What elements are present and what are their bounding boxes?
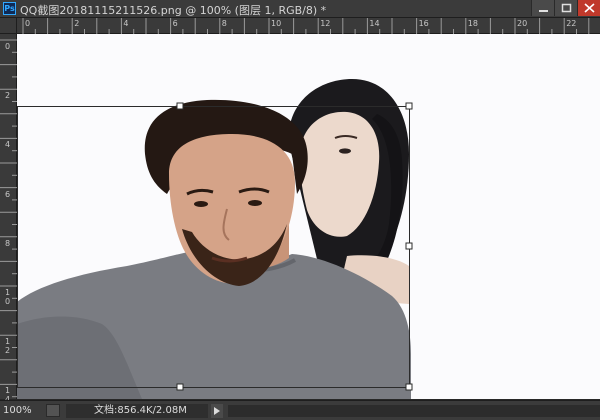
ruler-label: 1 2 <box>5 337 11 356</box>
ruler-label: 4 <box>123 19 129 28</box>
ruler-label: 6 <box>5 189 11 199</box>
ruler-label: 1 0 <box>5 288 11 306</box>
status-menu-button[interactable] <box>211 404 223 418</box>
ruler-label: 12 <box>320 19 331 28</box>
photo-artwork <box>17 79 413 399</box>
triangle-right-icon <box>214 407 220 415</box>
ruler-label: 2 <box>5 91 11 101</box>
horizontal-ruler[interactable]: 0 2 4 6 8 10 12 14 16 18 20 22 <box>17 18 600 34</box>
document-title-bar: Ps QQ截图20181115211526.png @ 100% (图层 1, … <box>0 0 600 18</box>
ruler-label: 0 <box>25 19 31 28</box>
ruler-label: 22 <box>566 19 577 28</box>
ruler-label: 8 <box>221 19 227 28</box>
vertical-ruler[interactable]: 024681 01 21 4 <box>0 34 17 404</box>
ruler-label: 16 <box>418 19 429 28</box>
close-button[interactable] <box>577 0 600 16</box>
horizontal-scrollbar[interactable] <box>228 405 600 417</box>
ruler-label: 18 <box>467 19 478 28</box>
horizontal-ruler-ticks <box>22 18 590 34</box>
ruler-label: 10 <box>271 19 282 28</box>
maximize-icon <box>561 3 572 13</box>
document-canvas[interactable] <box>17 34 600 399</box>
minimize-icon <box>539 10 548 12</box>
close-icon <box>584 3 595 13</box>
status-info-icon[interactable] <box>46 404 60 417</box>
ruler-origin[interactable] <box>0 18 17 34</box>
zoom-level[interactable]: 100% <box>3 404 41 418</box>
ruler-label: 0 <box>5 42 11 51</box>
maximize-button[interactable] <box>554 0 577 16</box>
document-title: QQ截图20181115211526.png @ 100% (图层 1, RGB… <box>20 4 327 17</box>
ruler-label: 4 <box>5 140 11 150</box>
ruler-label: 20 <box>517 19 528 28</box>
ruler-label: 6 <box>172 19 178 28</box>
status-bar: 100% 文档:856.4K/2.08M <box>0 400 600 420</box>
document-info: 文档:856.4K/2.08M <box>66 404 208 418</box>
photoshop-icon: Ps <box>3 2 16 15</box>
ruler-label: 14 <box>369 19 380 28</box>
ruler-label: 8 <box>5 238 11 248</box>
ruler-label: 2 <box>74 19 80 28</box>
minimize-button[interactable] <box>531 0 554 16</box>
